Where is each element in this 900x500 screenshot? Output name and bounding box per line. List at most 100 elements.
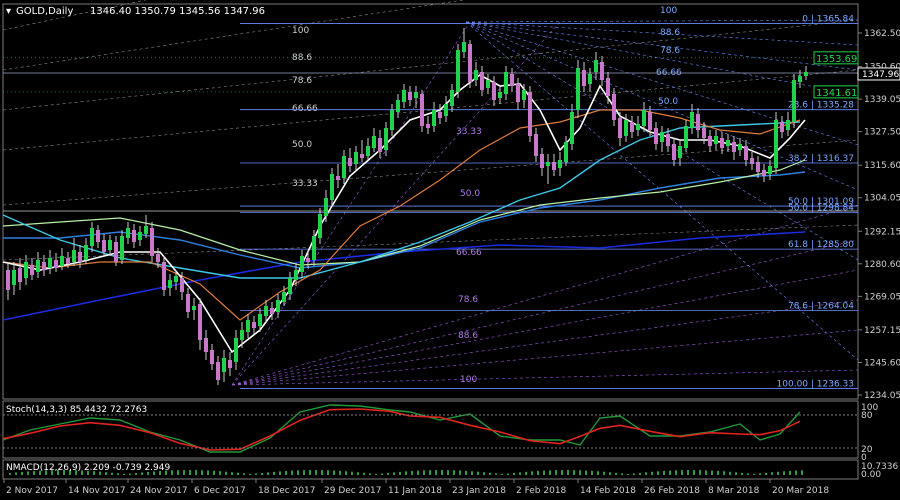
candle-body — [666, 134, 670, 146]
candle-body — [546, 162, 550, 166]
candle-body — [798, 76, 802, 82]
candle-body — [690, 112, 694, 128]
time-tick-label: 20 Mar 2018 — [772, 486, 829, 496]
candle-body — [684, 126, 688, 148]
candle-body — [138, 232, 142, 240]
candle-body — [144, 226, 148, 234]
candle-body — [786, 120, 790, 130]
candle-body — [732, 142, 736, 152]
candle-body — [636, 124, 640, 130]
fib-level-label: 23.6 | 1335.28 — [788, 101, 854, 111]
price-tick-label: 1234.05 — [864, 391, 900, 401]
candle-body — [450, 90, 454, 106]
fan-label-blue: 88.6 — [660, 28, 680, 38]
candle-body — [270, 308, 274, 314]
candle-body — [696, 114, 700, 130]
macd-scale-zero: 0.00 — [861, 470, 881, 480]
fan-label-white: 33.33 — [292, 179, 318, 189]
fib-level-label: 78.6 | 1264.04 — [788, 301, 854, 311]
fan-label-purple: 50.0 — [460, 189, 480, 199]
candle-body — [114, 242, 118, 262]
candle-body — [318, 214, 322, 238]
fan-label-purple: 33.33 — [456, 127, 482, 137]
candle-body — [102, 240, 106, 252]
candle-body — [462, 42, 466, 52]
candle-body — [762, 170, 766, 176]
candle-body — [432, 110, 436, 126]
candle-body — [186, 294, 190, 312]
candle-body — [384, 128, 388, 150]
candle-body — [132, 230, 136, 242]
candle-body — [618, 118, 622, 138]
time-tick-label: 23 Jan 2018 — [452, 486, 506, 496]
time-tick-label: 29 Dec 2017 — [324, 486, 382, 496]
price-tick-label: 1269.05 — [864, 292, 900, 302]
candle-body — [708, 136, 712, 146]
time-tick-label: 2 Feb 2018 — [516, 486, 567, 496]
candle-body — [294, 270, 298, 280]
fib-level-label: 50.0 | 1298.84 — [788, 203, 854, 213]
candle-body — [390, 110, 394, 130]
fan-label-blue: 100 — [660, 6, 677, 16]
candle-body — [576, 68, 580, 110]
candle-body — [282, 292, 286, 302]
candle-body — [780, 122, 784, 132]
candle-body — [36, 260, 40, 272]
candle-body — [642, 110, 646, 126]
candle-body — [150, 228, 154, 256]
trading-chart[interactable]: 10088.678.666.6650.033.3310088.678.666.6… — [0, 0, 900, 500]
candle-body — [726, 140, 730, 146]
time-tick-label: 2 Nov 2017 — [6, 486, 58, 496]
stoch-level-80: 80 — [861, 411, 873, 421]
price-tick-label: 1362.50 — [864, 29, 900, 39]
time-tick-label: 14 Nov 2017 — [68, 486, 126, 496]
candle-body — [516, 84, 520, 102]
price-tick-label: 1339.05 — [864, 95, 900, 105]
candle-body — [360, 154, 364, 158]
header-arrow: ▾ — [6, 6, 11, 17]
candle-body — [744, 146, 748, 160]
candle-body — [12, 270, 16, 285]
price-tick-label: 1292.15 — [864, 227, 900, 237]
candle-body — [774, 120, 778, 168]
candle-body — [90, 228, 94, 246]
candle-body — [348, 158, 352, 166]
time-tick-label: 26 Feb 2018 — [644, 486, 700, 496]
candle-body — [624, 120, 628, 136]
macd-label: NMACD(12,26,9) 2.209 -0.739 2.949 — [6, 463, 170, 473]
candle-body — [276, 300, 280, 312]
fib-level-label: 100.00 | 1236.33 — [777, 380, 854, 390]
ohlc-label: 1346.40 1350.79 1345.56 1347.96 — [90, 6, 265, 17]
symbol-label: GOLD,Daily — [16, 6, 73, 17]
fan-label-purple: 78.6 — [458, 295, 478, 305]
alert-tag-label: 1341.61 — [816, 88, 857, 99]
price-tick-label: 1280.60 — [864, 260, 900, 270]
candle-body — [498, 92, 502, 98]
candle-body — [606, 78, 610, 96]
time-tick-label: 24 Nov 2017 — [130, 486, 188, 496]
candle-body — [216, 362, 220, 380]
candle-body — [198, 304, 202, 340]
fib-level-label: 61.8 | 1285.80 — [788, 240, 854, 250]
candle-body — [96, 230, 100, 242]
candle-body — [174, 276, 178, 282]
candle-body — [522, 90, 526, 100]
fan-label-purple: 88.6 — [458, 331, 478, 341]
candle-body — [792, 80, 796, 122]
candle-body — [738, 144, 742, 150]
candle-body — [240, 330, 244, 340]
candle-body — [426, 124, 430, 128]
candle-body — [612, 94, 616, 120]
candle-body — [30, 265, 34, 275]
candle-body — [24, 262, 28, 278]
price-tick-label: 1327.50 — [864, 128, 900, 138]
time-tick-label: 11 Jan 2018 — [388, 486, 442, 496]
candle-body — [714, 136, 718, 144]
candle-body — [768, 166, 772, 174]
candle-body — [72, 250, 76, 262]
candle-body — [192, 306, 196, 310]
candle-body — [456, 50, 460, 92]
candle-body — [702, 128, 706, 138]
candle-body — [156, 254, 160, 262]
candle-body — [312, 236, 316, 260]
